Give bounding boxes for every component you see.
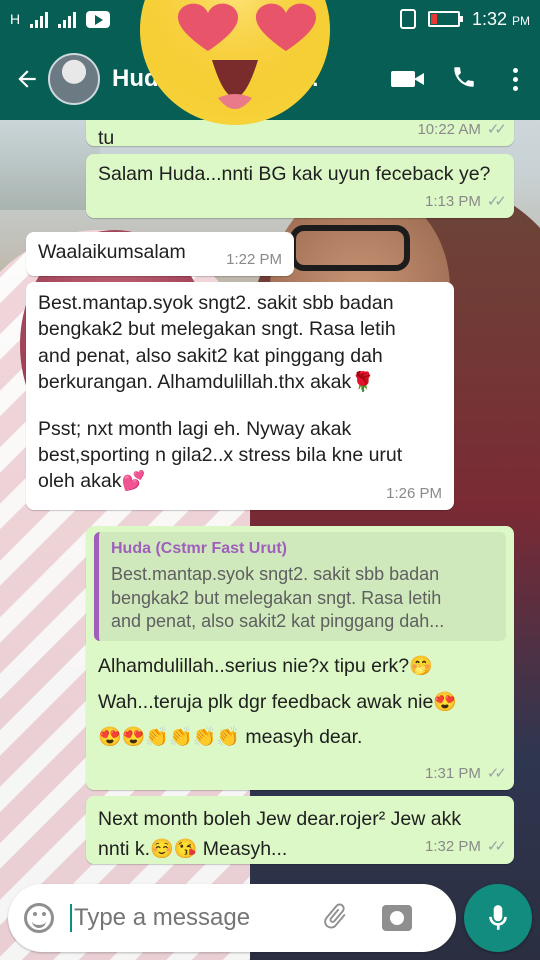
message-text-line: Alhamdulillah..serius nie?x tipu erk? <box>98 655 410 678</box>
quoted-text-line: Best.mantap.syok sngt2. sakit sbb badan <box>111 564 440 585</box>
arrow-back-icon[interactable] <box>6 58 48 100</box>
smiling-kiss-emoji: ☺️😘 <box>150 839 198 861</box>
message-text-line: oleh akak <box>38 470 122 493</box>
youtube-notification-icon <box>86 10 111 28</box>
emoji-row: 😍😍👏👏👏👏 <box>98 726 240 748</box>
double-check-icon: ✓✓ <box>486 765 507 783</box>
camera-icon[interactable] <box>382 905 412 931</box>
message-text-line: Best.mantap.syok sngt2. sakit sbb badan <box>38 292 394 314</box>
avatar[interactable] <box>48 53 100 105</box>
rose-emoji: 🌹 <box>351 371 375 393</box>
heart-eyes-emoji-sticker <box>140 0 330 125</box>
message-meta: 10:22 AM ✓✓ <box>417 121 507 139</box>
message-text-line: berkurangan. Alhamdulillah.thx akak <box>38 370 352 393</box>
vibrate-icon <box>399 9 416 29</box>
message-bubble-incoming[interactable]: Best.mantap.syok sngt2. sakit sbb badan … <box>26 282 454 510</box>
battery-icon <box>427 11 463 27</box>
message-bubble-outgoing[interactable]: Next month boleh Jew dear.rojer² Jew akk… <box>86 796 514 864</box>
carrier-label: H <box>10 11 21 27</box>
hand-over-mouth-emoji: 🤭 <box>409 656 433 678</box>
message-meta: 1:22 PM <box>226 251 282 269</box>
more-vert-icon[interactable] <box>513 67 518 91</box>
message-text-line: Measyh... <box>197 838 288 861</box>
message-text-line: bengkak2 but melegakan sngt. Rasa letih <box>38 318 396 341</box>
message-text-line: Psst; nxt month lagi eh. Nyway akak <box>38 417 352 440</box>
video-call-icon[interactable] <box>391 71 424 87</box>
message-list[interactable]: tu 10:22 AM ✓✓ Salam Huda...nnti BG kak u… <box>0 100 540 868</box>
two-hearts-emoji: 💕 <box>121 471 146 493</box>
message-input[interactable] <box>70 904 320 932</box>
double-check-icon: ✓✓ <box>486 193 507 211</box>
smiley-icon[interactable] <box>24 903 54 933</box>
quoted-text-line: and penat, also sakit2 kat pinggang dah.… <box>111 611 445 632</box>
clock: 1:32 PM <box>471 8 530 29</box>
message-text-line: Wah...teruja plk dgr feedback awak nie <box>98 690 434 713</box>
message-text-line: nnti k. <box>98 838 151 861</box>
signal-icon <box>30 10 49 28</box>
quoted-author: Huda (Cstmr Fast Urut) <box>111 540 288 557</box>
message-text-line: Next month boleh Jew dear.rojer² Jew akk <box>98 808 462 830</box>
heart-eyes-emoji: 😍 <box>433 691 457 713</box>
double-check-icon: ✓✓ <box>486 121 507 139</box>
attach-icon[interactable] <box>320 901 350 936</box>
quoted-message[interactable]: Huda (Cstmr Fast Urut) Best.mantap.syok … <box>94 532 506 642</box>
message-bubble-incoming[interactable]: Waalaikumsalam 1:22 PM <box>26 232 294 276</box>
quoted-text-line: bengkak2 but melegakan sngt. Rasa letih <box>111 587 442 608</box>
message-meta: 1:31 PM ✓✓ <box>424 765 507 783</box>
message-text: Salam Huda...nnti BG kak uyun feceback y… <box>98 163 491 185</box>
message-bubble-outgoing[interactable]: Salam Huda...nnti BG kak uyun feceback y… <box>86 154 514 218</box>
message-meta: 1:26 PM <box>386 484 442 502</box>
message-meta: 1:32 PM ✓✓ <box>425 835 507 858</box>
message-bubble-outgoing[interactable]: Huda (Cstmr Fast Urut) Best.mantap.syok … <box>86 526 514 790</box>
mic-icon[interactable] <box>464 884 532 952</box>
message-text-line: best,sporting n gila2..x stress bila kne… <box>38 443 403 466</box>
message-text-line: measyh dear. <box>239 725 363 748</box>
message-input-container[interactable] <box>8 884 456 952</box>
signal-2-icon <box>58 10 77 28</box>
message-text-line: and penat, also sakit2 kat pinggang dah <box>38 344 383 367</box>
double-check-icon: ✓✓ <box>486 837 507 855</box>
compose-bar <box>0 868 540 960</box>
message-meta: 1:13 PM ✓✓ <box>424 193 507 211</box>
phone-icon[interactable] <box>451 64 477 95</box>
